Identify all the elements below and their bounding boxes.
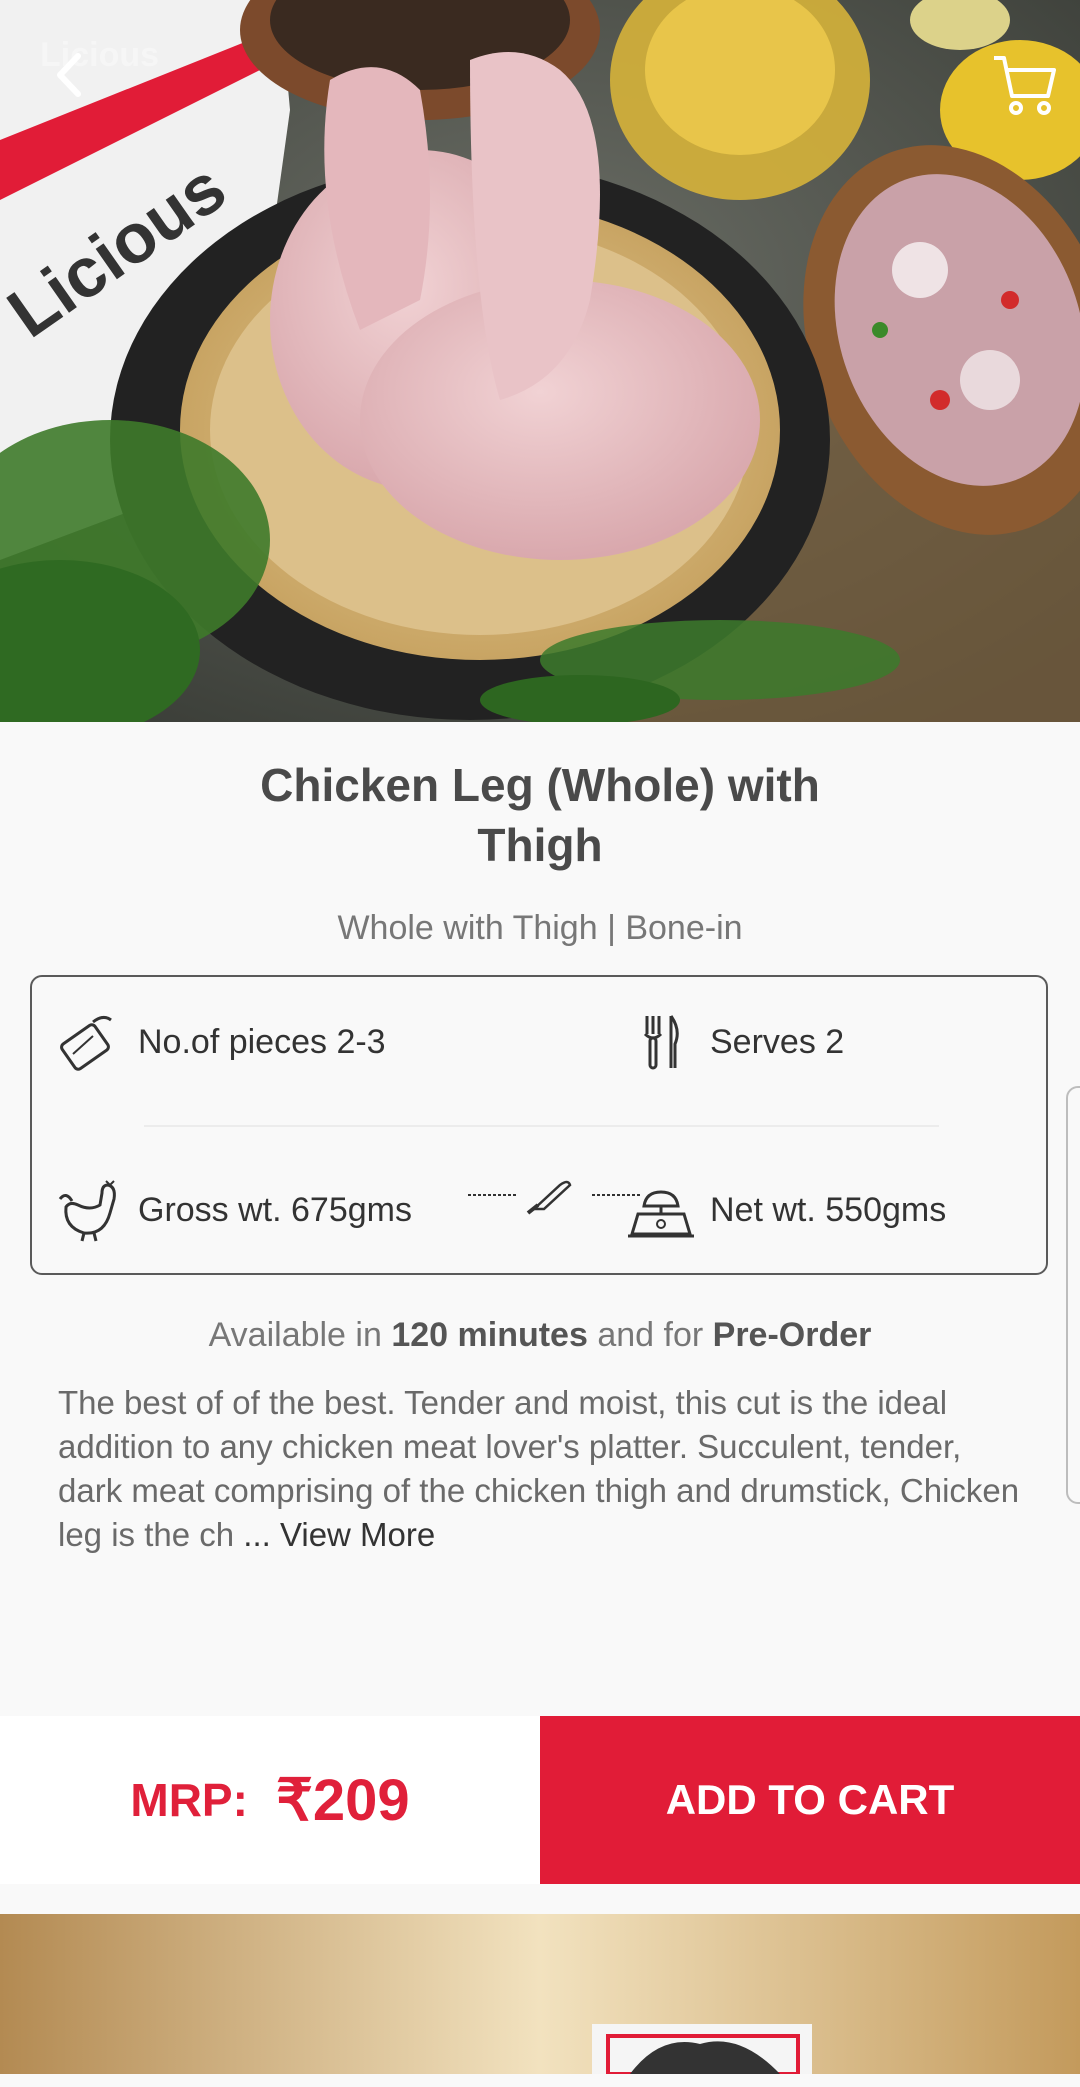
- product-subtitle: Whole with Thigh | Bone-in: [337, 909, 743, 947]
- pieces-label: No.of pieces 2-3: [138, 1022, 386, 1061]
- availability-text: Available in 120 minutes and for Pre-Ord…: [0, 1316, 1080, 1355]
- serves-label: Serves 2: [710, 1022, 845, 1061]
- mrp-label: MRP:: [130, 1774, 248, 1826]
- next-product-image[interactable]: [0, 1914, 1080, 2074]
- pieces-spec: No.of pieces 2-3: [54, 1007, 386, 1077]
- availability-time: 120 minutes: [391, 1316, 588, 1354]
- product-title-line2: Thigh: [477, 819, 603, 871]
- product-image: Licious Licious: [0, 0, 1080, 722]
- gross-weight-label: Gross wt. 675gms: [138, 1190, 412, 1229]
- availability-middle: and for: [597, 1316, 704, 1354]
- back-icon: [57, 53, 81, 97]
- scale-icon: [626, 1175, 696, 1245]
- net-weight-label: Net wt. 550gms: [710, 1190, 947, 1229]
- price-display: MRP: ₹209: [0, 1716, 540, 1884]
- cutlery-icon: [626, 1007, 696, 1077]
- availability-prefix: Available in: [208, 1316, 382, 1354]
- specs-card: No.of pieces 2-3 Serves 2 Gross wt. 675g…: [30, 975, 1048, 1275]
- back-button[interactable]: [50, 50, 120, 120]
- add-to-cart-button[interactable]: ADD TO CART: [540, 1716, 1080, 1884]
- availability-mode: Pre-Order: [712, 1316, 872, 1354]
- specs-divider: [144, 1125, 939, 1127]
- gross-weight-spec: Gross wt. 675gms: [54, 1175, 412, 1245]
- net-weight-spec: Net wt. 550gms: [626, 1175, 946, 1245]
- cart-icon: [994, 56, 1056, 115]
- view-more-link[interactable]: ... View More: [243, 1516, 435, 1553]
- serves-spec: Serves 2: [626, 1007, 844, 1077]
- knife-icon: [468, 1180, 642, 1215]
- product-title-line1: Chicken Leg (Whole) with: [260, 759, 820, 811]
- rooster-icon: [54, 1175, 124, 1245]
- pieces-icon: [54, 1007, 124, 1077]
- product-description: The best of of the best. Tender and mois…: [58, 1381, 1028, 1557]
- side-drawer-handle[interactable]: [1066, 1086, 1080, 1504]
- product-title: Chicken Leg (Whole) with Thigh: [0, 755, 1080, 875]
- cart-button[interactable]: [990, 48, 1060, 118]
- description-text: The best of of the best. Tender and mois…: [58, 1384, 1020, 1553]
- price-value: ₹209: [275, 1768, 410, 1833]
